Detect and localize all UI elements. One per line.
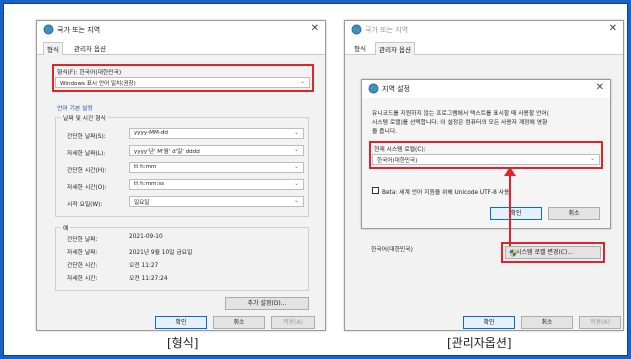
current-locale-text: 한국어(대한민국) bbox=[371, 247, 413, 253]
chevron-down-icon: ⌄ bbox=[293, 146, 299, 153]
example-value: 오전 11:27 bbox=[129, 263, 159, 269]
caption-admin: [관리자옵션] bbox=[447, 336, 512, 350]
example-value: 오전 11:27:24 bbox=[129, 276, 168, 282]
beta-utf8-checkbox[interactable] bbox=[372, 187, 379, 194]
chevron-down-icon: ⌄ bbox=[293, 129, 299, 136]
description-line: 유니코드를 지원하지 않는 프로그램에서 텍스트를 표시할 때 사용할 언어( bbox=[372, 111, 549, 117]
description-line: 을 줍니다. bbox=[372, 129, 398, 135]
example-label: 간단한 시간: bbox=[67, 263, 98, 269]
cancel-button[interactable]: 취소 bbox=[521, 316, 573, 329]
first-day-label: 시작 요일(W): bbox=[67, 202, 103, 208]
highlight-current-locale bbox=[369, 141, 603, 169]
language-preferences-link[interactable]: 언어 기본 설정 bbox=[57, 103, 93, 112]
title-bar: 지역 설정 ✕ bbox=[362, 80, 610, 98]
globe-icon bbox=[43, 24, 54, 35]
short-time-select[interactable]: tt h:mm ⌄ bbox=[129, 162, 304, 173]
tab-format[interactable]: 형식 bbox=[43, 42, 63, 55]
globe-icon bbox=[368, 83, 379, 94]
annotation-arrow-shaft bbox=[509, 171, 511, 246]
example-value: 2021년 9월 10일 금요일 bbox=[129, 250, 193, 256]
dialog-title: 지역 설정 bbox=[382, 85, 410, 93]
annotation-arrow-head bbox=[504, 167, 516, 176]
tab-admin[interactable]: 관리자 옵션 bbox=[375, 42, 415, 55]
first-day-select[interactable]: 일요일 ⌄ bbox=[129, 196, 304, 207]
example-label: 간단한 날짜: bbox=[67, 237, 98, 243]
close-icon[interactable]: ✕ bbox=[609, 23, 617, 34]
ok-button[interactable]: 확인 bbox=[155, 316, 207, 329]
datetime-header: 날짜 및 시간 형식 bbox=[61, 113, 108, 122]
short-time-label: 간단한 시간(H): bbox=[67, 168, 107, 174]
long-time-label: 자세한 시간(O): bbox=[67, 185, 107, 191]
short-date-select[interactable]: yyyy-MM-dd ⌄ bbox=[129, 128, 304, 139]
long-time-select[interactable]: tt h:mm:ss ⌄ bbox=[129, 179, 304, 190]
long-date-label: 자세한 날짜(L): bbox=[67, 151, 106, 157]
long-date-select[interactable]: yyyy'년' M'월' d'일' dddd ⌄ bbox=[129, 145, 304, 156]
example-label: 자세한 날짜: bbox=[67, 250, 98, 256]
tab-strip: 형식 관리자 옵션 bbox=[37, 39, 325, 55]
chevron-down-icon: ⌄ bbox=[293, 197, 299, 204]
short-date-label: 간단한 날짜(S): bbox=[67, 134, 106, 140]
title-bar: 국가 또는 지역 ✕ bbox=[345, 21, 623, 39]
tab-admin[interactable]: 관리자 옵션 bbox=[71, 42, 109, 54]
figure-frame: 국가 또는 지역 ✕ 형식 관리자 옵션 형식(F): 한국어(대한민국) Wi… bbox=[3, 3, 628, 356]
description-line: 시스템 로캘)를 선택합니다. 이 설정은 컴퓨터의 모든 사용자 계정에 영향 bbox=[372, 120, 548, 126]
region-dialog-format: 국가 또는 지역 ✕ 형식 관리자 옵션 형식(F): 한국어(대한민국) Wi… bbox=[36, 20, 326, 331]
highlight-change-locale bbox=[501, 242, 605, 263]
close-icon[interactable]: ✕ bbox=[596, 82, 604, 93]
apply-button[interactable]: 적용(A) bbox=[271, 316, 315, 329]
apply-button[interactable]: 적용(A) bbox=[579, 316, 621, 329]
example-value: 2021-09-10 bbox=[129, 234, 163, 240]
chevron-down-icon: ⌄ bbox=[293, 180, 299, 187]
region-settings-dialog: 지역 설정 ✕ 유니코드를 지원하지 않는 프로그램에서 텍스트를 표시할 때 … bbox=[361, 79, 611, 229]
cancel-button[interactable]: 취소 bbox=[213, 316, 265, 329]
example-label: 자세한 시간: bbox=[67, 276, 98, 282]
globe-icon bbox=[351, 24, 362, 35]
close-icon[interactable]: ✕ bbox=[311, 23, 319, 34]
ok-button[interactable]: 확인 bbox=[490, 207, 542, 220]
chevron-down-icon: ⌄ bbox=[293, 163, 299, 170]
example-header: 예 bbox=[61, 223, 71, 232]
cancel-button[interactable]: 취소 bbox=[548, 207, 600, 220]
highlight-format bbox=[52, 64, 314, 92]
beta-utf8-label: Beta: 세계 언어 지원을 위해 Unicode UTF-8 사용 bbox=[382, 190, 510, 196]
window-title: 국가 또는 지역 bbox=[57, 26, 101, 34]
tab-format[interactable]: 형식 bbox=[351, 42, 369, 54]
region-dialog-admin: 국가 또는 지역 ✕ 형식 관리자 옵션 한국어(대한민국) 시스템 로캘 변경… bbox=[344, 20, 624, 331]
caption-format: [형식] bbox=[167, 336, 199, 350]
additional-settings-button[interactable]: 추가 설정(D)... bbox=[225, 297, 309, 310]
tab-strip: 형식 관리자 옵션 bbox=[345, 39, 623, 55]
title-bar: 국가 또는 지역 ✕ bbox=[37, 21, 325, 39]
ok-button[interactable]: 확인 bbox=[463, 316, 515, 329]
window-title: 국가 또는 지역 bbox=[365, 26, 409, 34]
